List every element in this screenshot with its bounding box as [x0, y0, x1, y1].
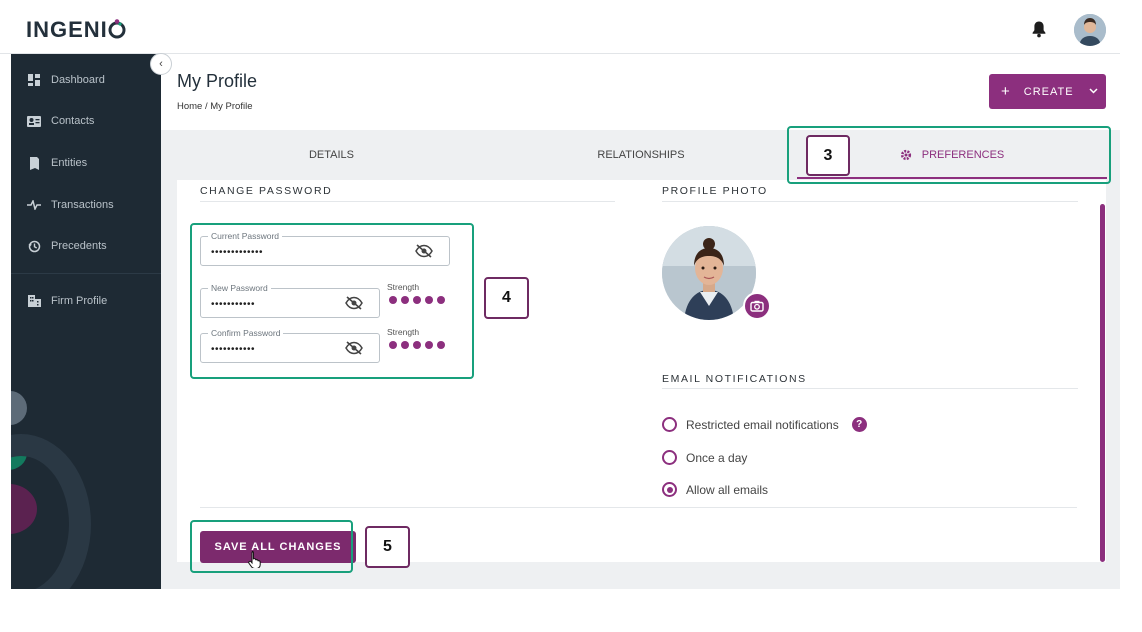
sidebar-item-label: Transactions — [51, 199, 114, 211]
page-header: My Profile Home / My Profile + CREATE — [161, 54, 1120, 130]
current-password-label: Current Password — [208, 231, 283, 241]
sidebar: Dashboard Contacts Entities Transactions… — [11, 54, 161, 589]
transactions-icon — [27, 198, 41, 212]
camera-icon — [750, 300, 764, 312]
decorative-arc — [11, 434, 91, 589]
profile-photo-title: PROFILE PHOTO — [662, 185, 768, 197]
logo[interactable]: INGENI — [26, 17, 126, 43]
create-button-label: CREATE — [1023, 85, 1074, 98]
eye-off-icon[interactable] — [345, 341, 363, 355]
preferences-card: CHANGE PASSWORD Current Password •••••••… — [177, 180, 1106, 563]
tab-relationships[interactable]: RELATIONSHIPS — [502, 130, 780, 180]
radio-label: Allow all emails — [686, 482, 769, 497]
change-password-title: CHANGE PASSWORD — [200, 185, 333, 197]
logo-text: INGENI — [26, 17, 108, 42]
tab-details[interactable]: DETAILS — [161, 130, 502, 180]
profile-photo — [662, 226, 756, 320]
app-window: INGENI Dashboard Contacts Entities Trans… — [0, 0, 1142, 632]
save-button-label: SAVE ALL CHANGES — [214, 541, 342, 553]
tab-label: PREFERENCES — [921, 149, 1005, 161]
section-divider — [200, 201, 615, 202]
callout-step-3: 3 — [806, 135, 850, 176]
notification-bell-icon[interactable] — [1031, 20, 1047, 38]
sidebar-item-precedents[interactable]: Precedents — [11, 231, 161, 261]
breadcrumb[interactable]: Home / My Profile — [177, 101, 253, 112]
radio-button[interactable] — [662, 450, 677, 465]
new-password-field[interactable]: New Password ••••••••••• — [200, 283, 380, 318]
confirm-password-field[interactable]: Confirm Password ••••••••••• — [200, 328, 380, 363]
radio-button[interactable] — [662, 417, 677, 432]
collapse-sidebar-button[interactable]: ‹ — [150, 53, 172, 75]
sidebar-item-contacts[interactable]: Contacts — [11, 106, 161, 136]
new-password-strength-meter — [389, 296, 445, 304]
new-password-label: New Password — [208, 283, 271, 293]
logo-o-icon — [108, 17, 126, 43]
contacts-icon — [27, 114, 41, 128]
sidebar-divider — [11, 273, 161, 274]
precedents-icon — [27, 239, 41, 253]
top-bar: INGENI — [0, 0, 1120, 54]
email-notifications-title: EMAIL NOTIFICATIONS — [662, 373, 807, 385]
eye-off-icon[interactable] — [415, 244, 433, 258]
active-tab-indicator — [797, 177, 1107, 179]
callout-number: 4 — [502, 289, 511, 306]
sidebar-item-label: Precedents — [51, 240, 107, 252]
scrollbar[interactable] — [1100, 204, 1105, 562]
sidebar-item-firm-profile[interactable]: Firm Profile — [11, 286, 161, 316]
radio-restricted-notifications[interactable]: Restricted email notifications ? — [662, 417, 867, 432]
callout-step-5: 5 — [365, 526, 410, 568]
change-photo-button[interactable] — [743, 292, 771, 320]
new-password-strength-label: Strength — [387, 282, 420, 292]
current-password-value: ••••••••••••• — [211, 247, 264, 258]
profile-tabs: DETAILS RELATIONSHIPS PREFERENCES — [161, 130, 1120, 180]
confirm-password-strength-meter — [389, 341, 445, 349]
confirm-password-strength-label: Strength — [387, 327, 420, 337]
hand-cursor-icon — [248, 551, 261, 568]
footer-divider — [200, 507, 1077, 508]
firm-profile-icon — [27, 294, 41, 308]
callout-number: 3 — [823, 146, 833, 164]
confirm-password-label: Confirm Password — [208, 328, 284, 338]
decorative-circle — [11, 391, 27, 425]
section-divider — [662, 201, 1078, 202]
sidebar-item-label: Entities — [51, 157, 88, 169]
new-password-value: ••••••••••• — [211, 299, 256, 310]
plus-icon: + — [1001, 83, 1011, 100]
sidebar-item-entities[interactable]: Entities — [11, 148, 161, 178]
save-all-changes-button[interactable]: SAVE ALL CHANGES — [200, 531, 356, 563]
user-avatar[interactable] — [1074, 14, 1106, 46]
create-button[interactable]: + CREATE — [989, 74, 1106, 109]
radio-label: Once a day — [686, 450, 748, 465]
chevron-down-icon — [1089, 86, 1098, 97]
callout-number: 5 — [383, 538, 392, 555]
tab-label: DETAILS — [308, 149, 355, 161]
help-icon[interactable]: ? — [851, 417, 867, 432]
sidebar-item-label: Contacts — [51, 115, 95, 127]
current-password-field[interactable]: Current Password ••••••••••••• — [200, 231, 450, 266]
gear-icon — [900, 149, 912, 161]
callout-step-4: 4 — [484, 277, 529, 319]
sidebar-item-label: Dashboard — [51, 74, 105, 86]
eye-off-icon[interactable] — [345, 296, 363, 310]
radio-label: Restricted email notifications — [686, 417, 839, 432]
entities-icon — [27, 156, 41, 170]
sidebar-item-dashboard[interactable]: Dashboard — [11, 65, 161, 95]
sidebar-item-label: Firm Profile — [51, 295, 108, 307]
dashboard-icon — [27, 73, 41, 87]
radio-button-checked[interactable] — [662, 482, 677, 497]
section-divider — [662, 388, 1078, 389]
sidebar-item-transactions[interactable]: Transactions — [11, 190, 161, 220]
page-title: My Profile — [177, 71, 258, 91]
radio-once-a-day[interactable]: Once a day — [662, 450, 747, 465]
radio-allow-all-emails[interactable]: Allow all emails — [662, 482, 768, 497]
tab-label: RELATIONSHIPS — [597, 149, 685, 161]
confirm-password-value: ••••••••••• — [211, 344, 256, 355]
main-content: My Profile Home / My Profile + CREATE DE… — [161, 54, 1120, 589]
